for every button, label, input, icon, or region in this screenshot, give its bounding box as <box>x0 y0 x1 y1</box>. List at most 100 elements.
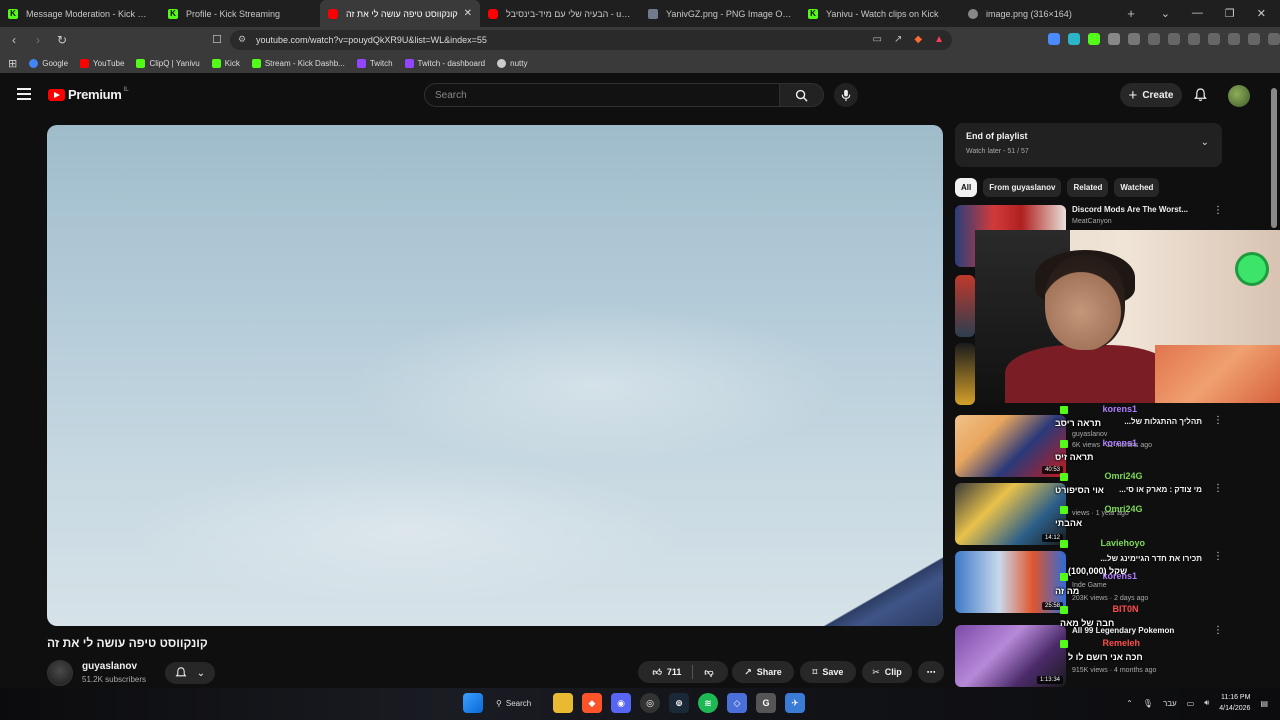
new-tab-icon[interactable]: + <box>1120 6 1142 21</box>
more-vertical-icon[interactable]: ⋮ <box>1213 483 1223 494</box>
extension-icon[interactable] <box>1108 33 1120 45</box>
cast-icon[interactable]: ▭ <box>873 34 882 45</box>
youtube-logo[interactable]: Premium IL <box>48 87 129 102</box>
reload-icon[interactable]: ↻ <box>52 33 72 47</box>
maximize-icon[interactable]: ❐ <box>1225 7 1235 20</box>
bookmark-twitch[interactable]: Twitch <box>356 58 393 68</box>
browser-tab-1[interactable]: K Message Moderation - Kick Dashb <box>0 0 160 27</box>
browser-tab-7[interactable]: image.png (316×164) <box>960 0 1120 27</box>
bookmark-icon[interactable]: ☐ <box>212 33 222 46</box>
more-vertical-icon[interactable]: ⋮ <box>1213 551 1223 562</box>
bookmark-nutty[interactable]: nutty <box>497 58 527 68</box>
recommendation-title[interactable]: תכירו את חדר הגיימינג של... <box>1072 554 1202 564</box>
bookmark-youtube[interactable]: YouTube <box>80 58 124 68</box>
video-thumbnail[interactable] <box>955 343 975 405</box>
search-input[interactable]: Search <box>424 83 780 107</box>
minimize-icon[interactable]: — <box>1192 7 1203 20</box>
file-explorer-icon[interactable] <box>553 693 573 713</box>
address-bar[interactable]: ⚙ youtube.com/watch?v=pouydQkXR9U&list=W… <box>230 30 952 50</box>
save-button[interactable]: ⌑ Save <box>800 661 856 683</box>
video-thumbnail[interactable]: 40:53 <box>955 415 1066 477</box>
share-button[interactable]: ↗ Share <box>732 661 794 683</box>
menu-icon[interactable] <box>1268 33 1280 45</box>
notifications-button[interactable] <box>1190 85 1210 105</box>
app-icon[interactable]: ◇ <box>727 693 747 713</box>
video-thumbnail[interactable]: 25:58 <box>955 551 1066 613</box>
thumbs-down-icon[interactable]: 👎︎ <box>704 667 713 678</box>
chip-from-channel[interactable]: From guyaslanov <box>983 178 1062 197</box>
close-window-icon[interactable]: ✕ <box>1257 7 1266 20</box>
more-vertical-icon[interactable]: ⋮ <box>1213 205 1223 216</box>
video-player[interactable] <box>47 125 943 626</box>
app-icon[interactable]: ✈ <box>785 693 805 713</box>
music-icon[interactable] <box>1168 33 1180 45</box>
clip-button[interactable]: ✂ Clip <box>862 661 912 683</box>
microphone-icon[interactable]: 🎙︎ <box>1143 699 1153 708</box>
search-button[interactable] <box>780 83 824 107</box>
bookmark-kick[interactable]: Kick <box>211 58 240 68</box>
site-info-icon[interactable]: ⚙ <box>238 34 246 45</box>
volume-icon[interactable]: 🔊︎ <box>1204 698 1209 708</box>
recommendation-channel[interactable]: guyaslanov <box>1072 431 1107 438</box>
more-vertical-icon[interactable]: ⋮ <box>1213 415 1223 426</box>
recommendation-title[interactable]: Discord Mods Are The Worst... <box>1072 205 1202 215</box>
video-thumbnail[interactable] <box>955 275 975 337</box>
forward-icon[interactable]: › <box>28 33 48 47</box>
notifications-icon[interactable]: ▤ <box>1260 699 1268 708</box>
playlist-panel[interactable]: End of playlist Watch later - 51 / 57 ⌄ <box>955 123 1222 167</box>
taskbar-search[interactable]: ⚲ Search <box>492 693 544 713</box>
page-scrollbar[interactable] <box>1271 88 1277 228</box>
more-vertical-icon[interactable]: ⋮ <box>1213 625 1223 636</box>
vpn-icon[interactable] <box>1248 33 1260 45</box>
brave-shield-icon[interactable]: ◆ <box>914 34 922 45</box>
create-button[interactable]: + Create <box>1120 83 1182 107</box>
video-thumbnail[interactable]: 1:13:34 <box>955 625 1066 687</box>
leo-icon[interactable] <box>1228 33 1240 45</box>
video-thumbnail[interactable]: 14:12 <box>955 483 1066 545</box>
windows-start-icon[interactable] <box>463 693 483 713</box>
account-avatar[interactable] <box>1228 85 1250 107</box>
sidebar-icon[interactable] <box>1188 33 1200 45</box>
brave-browser-icon[interactable]: ◆ <box>582 693 602 713</box>
obs-icon[interactable]: ◎ <box>640 693 660 713</box>
wallet-icon[interactable] <box>1208 33 1220 45</box>
extension-icon[interactable] <box>1048 33 1060 45</box>
chip-related[interactable]: Related <box>1067 178 1109 197</box>
puzzle-icon[interactable] <box>1128 33 1140 45</box>
browser-tab-5[interactable]: YanivGZ.png - PNG Image Online C <box>640 0 800 27</box>
network-icon[interactable]: ▭ <box>1187 699 1195 708</box>
browser-tab-2[interactable]: K Profile - Kick Streaming <box>160 0 320 27</box>
brave-rewards-icon[interactable]: ▲ <box>934 34 944 45</box>
bookmark-clipq[interactable]: ClipQ | Yanivu <box>136 58 200 68</box>
like-count[interactable]: 711 <box>667 667 682 677</box>
subscribed-notify-button[interactable]: ⌄ <box>165 662 215 684</box>
bookmark-twitch-dashboard[interactable]: Twitch - dashboard <box>404 58 485 68</box>
browser-tab-6[interactable]: K Yanivu - Watch clips on Kick <box>800 0 960 27</box>
extension-icon[interactable] <box>1088 33 1100 45</box>
chip-watched[interactable]: Watched <box>1114 178 1160 197</box>
browser-tab-4[interactable]: הבעיה שלי עם מיד-בינסיבל - uTube <box>480 0 640 27</box>
bookmark-kick-dashboard[interactable]: Stream - Kick Dashb... <box>251 58 345 68</box>
discord-icon[interactable]: ◉ <box>611 693 631 713</box>
share-page-icon[interactable]: ↗ <box>894 34 902 45</box>
chevron-up-icon[interactable]: ⌃ <box>1126 699 1133 708</box>
tab-search-icon[interactable]: ⌄ <box>1161 7 1170 20</box>
bookmark-google[interactable]: Google <box>29 58 68 68</box>
back-icon[interactable]: ‹ <box>4 33 24 47</box>
channel-avatar[interactable] <box>47 660 73 686</box>
voice-search-button[interactable] <box>834 83 858 107</box>
recommendation-channel[interactable]: MeatCanyon <box>1072 218 1112 225</box>
apps-grid-icon[interactable]: ⊞ <box>8 57 17 70</box>
spotify-icon[interactable]: ≋ <box>698 693 718 713</box>
steam-icon[interactable]: ⊚ <box>669 693 689 713</box>
extension-icon[interactable] <box>1068 33 1080 45</box>
extension-icon[interactable] <box>1148 33 1160 45</box>
hamburger-menu-icon[interactable] <box>17 88 31 100</box>
browser-tab-active[interactable]: קונקווסט טיפה עושה לי את זה ✕ <box>320 0 480 27</box>
chevron-down-icon[interactable]: ⌄ <box>1201 137 1209 148</box>
more-actions-button[interactable]: ⋯ <box>918 661 944 683</box>
app-icon[interactable]: G <box>756 693 776 713</box>
language-indicator[interactable]: עבר <box>1163 699 1177 708</box>
thumbs-up-icon[interactable]: 👍︎ <box>652 667 661 678</box>
chip-all[interactable]: All <box>955 178 978 197</box>
